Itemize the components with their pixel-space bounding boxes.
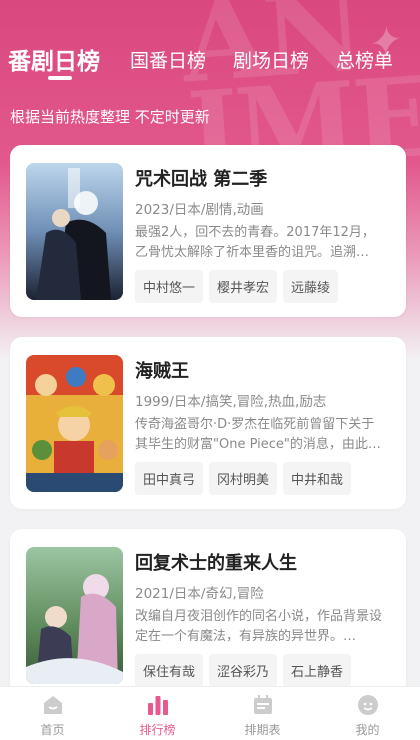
anime-title[interactable]: 回复术士的重来人生	[135, 549, 297, 575]
nav-label: 排行榜	[139, 723, 176, 737]
profile-icon	[357, 695, 378, 715]
anime-meta: 2021/日本/奇幻,冒险	[135, 586, 264, 602]
tab-anime-daily[interactable]: 番剧日榜	[8, 42, 100, 76]
home-icon	[43, 696, 62, 714]
nav-ranking[interactable]: 排行榜	[105, 687, 210, 740]
tab-overall[interactable]: 总榜单	[336, 46, 393, 73]
active-tab-indicator	[48, 76, 72, 80]
nav-home[interactable]: 首页	[0, 687, 105, 740]
cast-tag[interactable]: 中井和哉	[283, 462, 352, 495]
cast-tag[interactable]: 涩谷彩乃	[209, 654, 278, 687]
list-item[interactable]: 海贼王 1999/日本/搞笑,冒险,热血,励志 传奇海盗哥尔·D·罗杰在临死前曾…	[10, 337, 406, 509]
nav-label: 我的	[355, 723, 380, 737]
tab-domestic-daily[interactable]: 国番日榜	[130, 46, 206, 73]
nav-profile[interactable]: 我的	[315, 687, 420, 740]
cast-tag[interactable]: 樱井孝宏	[209, 270, 278, 303]
anime-description: 最强2人，回不去的青春。2017年12月，乙骨忧太解除了祈本里香的诅咒。追溯…	[135, 225, 375, 260]
anime-title[interactable]: 海贼王	[135, 357, 189, 383]
anime-description: 改编自月夜泪创作的同名小说，作品背景设定在一个有魔法，有异族的异世界。…	[135, 609, 383, 644]
cast-tag[interactable]: 远藤绫	[283, 270, 339, 303]
bottom-navigation: 首页 排行榜 排期表 我的	[0, 686, 420, 740]
poster-image[interactable]	[26, 163, 123, 300]
list-item[interactable]: 咒术回战 第二季 2023/日本/剧情,动画 最强2人，回不去的青春。2017年…	[10, 145, 406, 317]
cast-tag[interactable]: 石上静香	[283, 654, 352, 687]
cast-tags: 中村悠一 樱井孝宏 远藤绫	[135, 270, 339, 303]
calendar-icon	[253, 695, 272, 714]
cast-tag[interactable]: 冈村明美	[209, 462, 278, 495]
cast-tag[interactable]: 田中真弓	[135, 462, 204, 495]
anime-meta: 1999/日本/搞笑,冒险,热血,励志	[135, 394, 327, 410]
list-item[interactable]: 回复术士的重来人生 2021/日本/奇幻,冒险 改编自月夜泪创作的同名小说，作品…	[10, 529, 406, 701]
poster-image[interactable]	[26, 547, 123, 684]
cast-tag[interactable]: 中村悠一	[135, 270, 204, 303]
ranking-icon	[147, 696, 168, 715]
ranking-subtitle: 根据当前热度整理 不定时更新	[10, 108, 210, 126]
anime-meta: 2023/日本/剧情,动画	[135, 202, 264, 218]
nav-label: 首页	[40, 723, 65, 737]
nav-label: 排期表	[244, 723, 281, 737]
anime-description: 传奇海盗哥尔·D·罗杰在临死前曾留下关于其毕生的财富"One Piece"的消息…	[135, 417, 381, 452]
poster-image[interactable]	[26, 355, 123, 492]
tab-theater-daily[interactable]: 剧场日榜	[233, 46, 309, 73]
nav-schedule[interactable]: 排期表	[210, 687, 315, 740]
cast-tag[interactable]: 保住有哉	[135, 654, 204, 687]
cast-tags: 田中真弓 冈村明美 中井和哉	[135, 462, 352, 495]
cast-tags: 保住有哉 涩谷彩乃 石上静香	[135, 654, 352, 687]
ranking-list: 咒术回战 第二季 2023/日本/剧情,动画 最强2人，回不去的青春。2017年…	[10, 145, 406, 721]
anime-title[interactable]: 咒术回战 第二季	[135, 165, 267, 191]
